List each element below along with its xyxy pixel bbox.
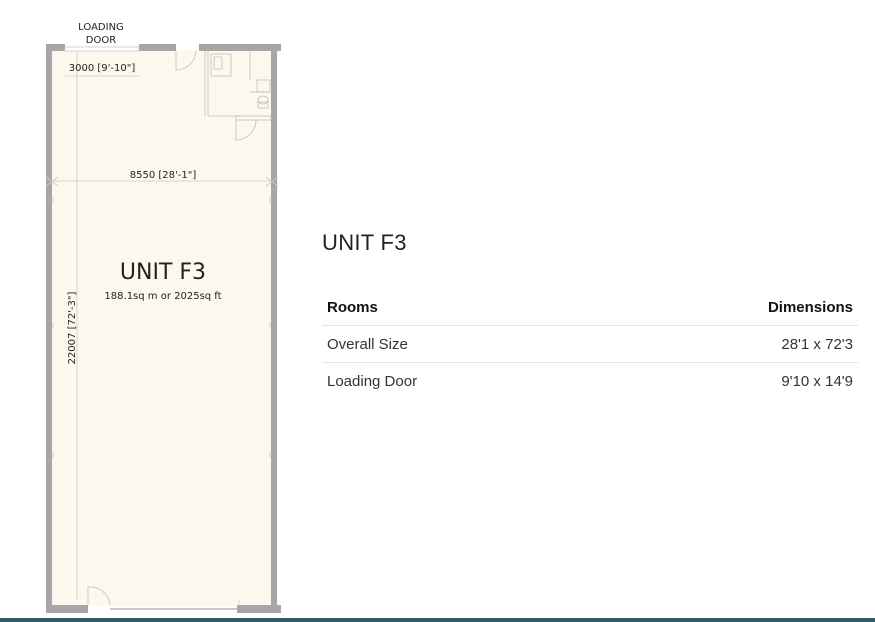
- dimensions-column-header: Dimensions: [596, 292, 858, 326]
- unit-title: UNIT F3: [322, 230, 407, 255]
- unit-area-label: 188.1sq m or 2025sq ft: [104, 291, 221, 302]
- bottom-wall-right: [237, 605, 281, 613]
- rooms-column-header: Rooms: [322, 292, 597, 326]
- bottom-wall-left: [46, 605, 88, 613]
- unit-details-panel: UNIT F3 Rooms Dimensions Overall Size 28…: [322, 230, 858, 399]
- table-header-row: Rooms Dimensions: [322, 292, 858, 326]
- room-name: Loading Door: [327, 373, 418, 390]
- room-name: Overall Size: [322, 325, 597, 363]
- footer-bar: [0, 618, 875, 622]
- door-width-dimension: 3000 [9'-10"]: [69, 63, 136, 74]
- unit-floor: [50, 50, 278, 606]
- loading-door-label-line1: LOADING: [78, 22, 124, 33]
- unit-width-dimension: 8550 [28'-1"]: [130, 170, 197, 181]
- unit-name-label: UNIT F3: [120, 260, 206, 285]
- table-row: Loading Door 9'10 x 14'9: [322, 363, 858, 400]
- left-wall: [46, 44, 52, 613]
- floor-plan: LOADING DOOR 3000 [9'-10"] 8550 [28'-1"]…: [45, 22, 281, 613]
- table-row: Overall Size 28'1 x 72'3: [322, 325, 858, 363]
- loading-door-frame: [64, 46, 140, 52]
- rooms-table: Rooms Dimensions Overall Size 28'1 x 72'…: [322, 292, 858, 399]
- unit-length-dimension: 22007 [72'-3"]: [67, 291, 78, 364]
- loading-door-label-line2: DOOR: [86, 35, 116, 46]
- top-wall-right: [199, 44, 281, 51]
- room-dimensions: 9'10 x 14'9: [781, 373, 853, 390]
- room-dimensions: 28'1 x 72'3: [596, 325, 858, 363]
- right-wall: [271, 44, 277, 613]
- top-wall-middle: [139, 44, 176, 51]
